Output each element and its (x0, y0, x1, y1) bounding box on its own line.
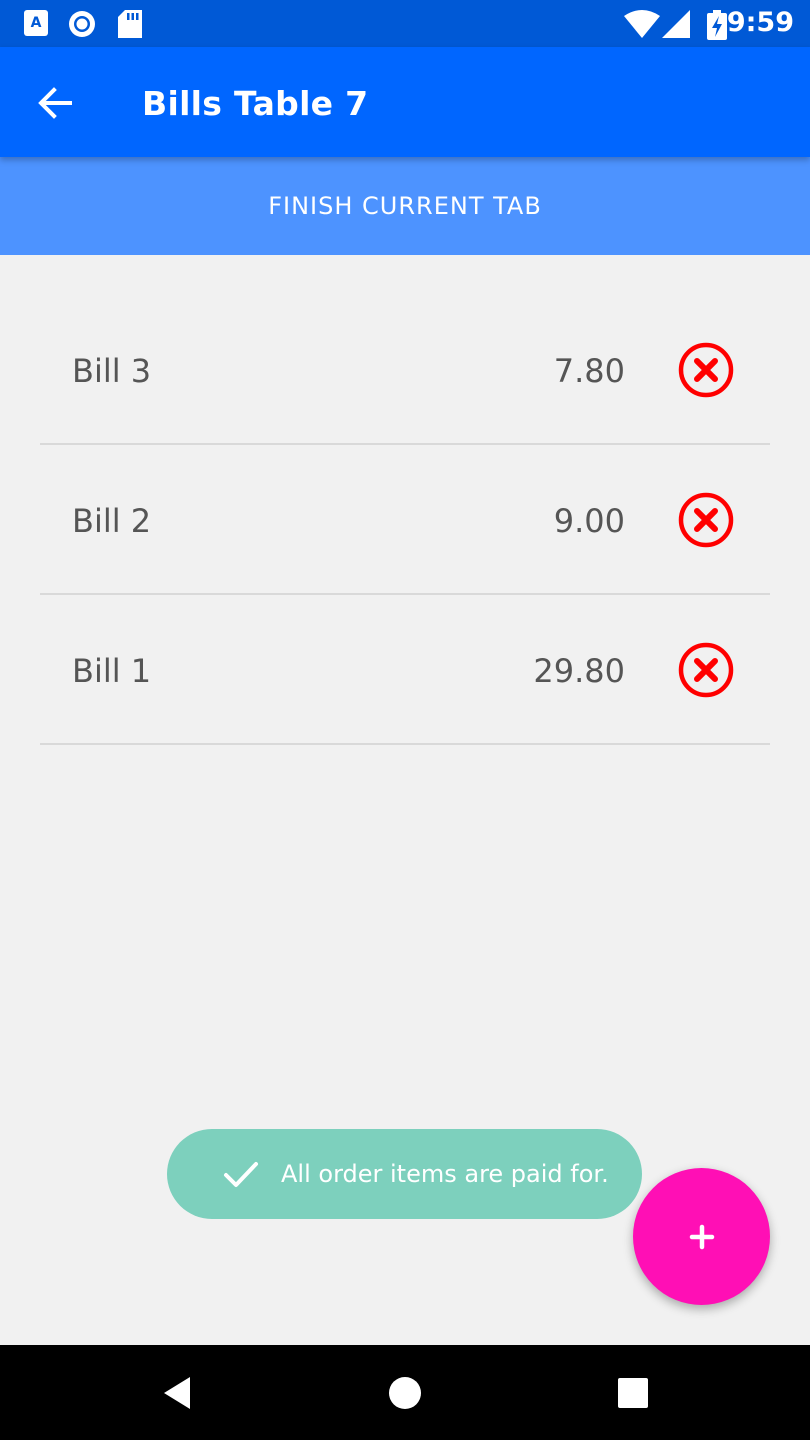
bill-name: Bill 2 (72, 502, 152, 540)
nav-recents-icon[interactable] (615, 1375, 651, 1411)
bill-list: Bill 3 7.80 Bill 2 9.00 Bill 1 29.80 (40, 300, 770, 745)
delete-bill-icon[interactable] (678, 642, 734, 698)
system-nav-bar (0, 1345, 810, 1440)
bill-name: Bill 3 (72, 352, 152, 390)
bill-amount: 29.80 (533, 652, 625, 690)
circle-notification-icon (69, 11, 95, 37)
toast-text: All order items are paid for. (281, 1160, 609, 1188)
page-title: Bills Table 7 (142, 84, 369, 123)
nav-home-icon[interactable] (387, 1375, 423, 1411)
sd-card-icon (118, 10, 142, 38)
bill-amount: 9.00 (553, 502, 625, 540)
bill-name: Bill 1 (72, 652, 152, 690)
wifi-icon (624, 10, 660, 38)
delete-bill-icon[interactable] (678, 492, 734, 548)
status-bar: A 9:59 (0, 0, 810, 47)
svg-text:A: A (31, 15, 42, 31)
battery-charging-icon (707, 10, 727, 40)
a-notification-icon: A (24, 10, 48, 36)
bill-row[interactable]: Bill 1 29.80 (40, 600, 770, 745)
bill-row[interactable]: Bill 2 9.00 (40, 450, 770, 595)
finish-current-tab-button[interactable]: FINISH CURRENT TAB (0, 157, 810, 255)
arrow-back-icon[interactable] (34, 83, 74, 123)
signal-icon (662, 10, 690, 38)
toast-message: All order items are paid for. (167, 1129, 642, 1219)
delete-bill-icon[interactable] (678, 342, 734, 398)
bill-row[interactable]: Bill 3 7.80 (40, 300, 770, 445)
bill-amount: 7.80 (553, 352, 625, 390)
status-time: 9:59 (726, 7, 794, 38)
plus-icon (689, 1224, 714, 1249)
app-bar: Bills Table 7 (0, 47, 810, 157)
add-bill-button[interactable] (633, 1168, 770, 1305)
check-icon (224, 1162, 258, 1187)
nav-back-icon[interactable] (160, 1375, 196, 1411)
